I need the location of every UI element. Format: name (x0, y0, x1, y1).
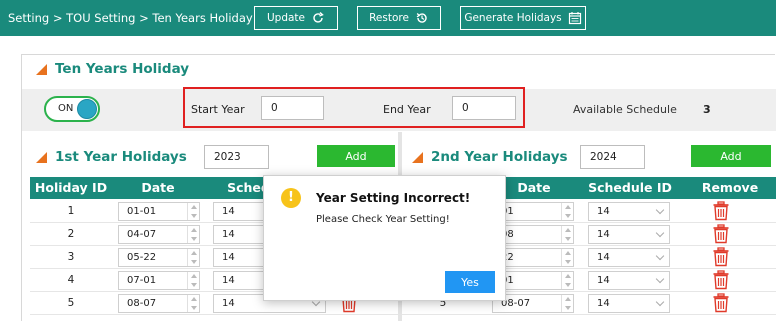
chevron-down-icon (655, 228, 665, 238)
available-schedule-label: Available Schedule (573, 103, 677, 116)
trash-icon[interactable] (712, 293, 730, 313)
section-marker-icon (36, 151, 47, 163)
on-off-toggle[interactable]: ON (44, 96, 100, 122)
second-year-header: 2nd Year Holidays (412, 149, 568, 165)
schedule-id-value: 14 (222, 206, 235, 217)
schedule-id-select[interactable]: 14 (588, 271, 670, 290)
holiday-id-cell: 5 (67, 297, 75, 309)
second-year-input[interactable] (580, 145, 645, 169)
date-stepper[interactable]: 04-07 (118, 225, 200, 244)
schedule-id-select[interactable]: 14 (588, 225, 670, 244)
second-year-title: 2nd Year Holidays (431, 149, 568, 165)
stepper-arrows-icon[interactable] (561, 226, 573, 243)
start-year-label: Start Year (191, 103, 245, 116)
stepper-arrows-icon[interactable] (561, 295, 573, 312)
stepper-arrows-icon[interactable] (561, 203, 573, 220)
stepper-arrows-icon[interactable] (187, 226, 199, 243)
date-value: 04-07 (127, 229, 157, 240)
holiday-id-cell: 1 (67, 205, 75, 217)
schedule-id-value: 14 (222, 298, 235, 309)
error-dialog: ! Year Setting Incorrect! Please Check Y… (263, 175, 506, 301)
date-value: 08-07 (127, 298, 157, 309)
stepper-arrows-icon[interactable] (187, 295, 199, 312)
holiday-id-cell: 3 (67, 251, 75, 263)
warning-icon: ! (281, 188, 301, 208)
stepper-arrows-icon[interactable] (561, 272, 573, 289)
holiday-id-cell: 2 (67, 228, 75, 240)
first-year-title: 1st Year Holidays (55, 149, 187, 165)
date-header: Date (141, 180, 175, 195)
first-year-input[interactable] (204, 145, 269, 169)
date-stepper[interactable]: 05-22 (118, 248, 200, 267)
dialog-message: Please Check Year Setting! (316, 214, 450, 225)
first-year-header: 1st Year Holidays (36, 149, 187, 165)
schedule-id-value: 14 (222, 275, 235, 286)
generate-holidays-button[interactable]: Generate Holidays (460, 6, 586, 30)
generate-label: Generate Holidays (464, 12, 562, 24)
stepper-arrows-icon[interactable] (187, 272, 199, 289)
restore-button[interactable]: Restore (357, 6, 441, 30)
trash-icon[interactable] (712, 270, 730, 290)
date-header: Date (517, 180, 551, 195)
holiday-id-cell: 4 (67, 274, 75, 286)
chevron-down-icon (655, 297, 665, 307)
schedule-id-value: 14 (597, 275, 610, 286)
stepper-arrows-icon[interactable] (187, 249, 199, 266)
add-first-year-button[interactable]: Add (317, 145, 395, 167)
ten-years-title: Ten Years Holiday (55, 61, 190, 77)
dialog-title: Year Setting Incorrect! (316, 191, 471, 205)
breadcrumb: Setting > TOU Setting > Ten Years Holida… (8, 11, 253, 25)
schedule-id-select[interactable]: 14 (588, 294, 670, 313)
schedule-id-select[interactable]: 14 (588, 202, 670, 221)
ten-years-section-header: Ten Years Holiday (36, 61, 189, 77)
date-stepper[interactable]: 01-01 (118, 202, 200, 221)
update-button[interactable]: Update (254, 6, 338, 30)
update-label: Update (266, 12, 306, 24)
trash-icon[interactable] (712, 201, 730, 221)
date-stepper[interactable]: 07-01 (118, 271, 200, 290)
end-year-label: End Year (383, 103, 431, 116)
chevron-down-icon (655, 251, 665, 261)
restore-label: Restore (369, 12, 409, 24)
section-marker-icon (412, 151, 423, 163)
schedule-id-value: 14 (597, 252, 610, 263)
schedule-id-value: 14 (597, 206, 610, 217)
toggle-label: ON (58, 103, 74, 114)
date-value: 05-22 (127, 252, 157, 263)
history-icon (416, 13, 427, 23)
remove-header: Remove (701, 180, 759, 195)
end-year-input[interactable] (452, 96, 516, 120)
date-stepper[interactable]: 08-07 (118, 294, 200, 313)
schedule-id-select[interactable]: 14 (588, 248, 670, 267)
trash-icon[interactable] (712, 224, 730, 244)
date-value: 07-01 (127, 275, 157, 286)
refresh-icon (313, 11, 324, 23)
schedule-id-value: 14 (597, 298, 610, 309)
top-bar: Setting > TOU Setting > Ten Years Holida… (0, 0, 776, 36)
holiday-id-header: Holiday ID (34, 180, 108, 195)
schedule-id-value: 14 (222, 229, 235, 240)
add-second-year-button[interactable]: Add (691, 145, 771, 167)
chevron-down-icon (655, 274, 665, 284)
schedule-id-value: 14 (222, 252, 235, 263)
start-year-input[interactable] (261, 96, 324, 120)
date-value: 01-01 (127, 206, 157, 217)
trash-icon[interactable] (712, 247, 730, 267)
section-marker-icon (36, 63, 47, 75)
chevron-down-icon (655, 205, 665, 215)
calendar-icon (568, 12, 581, 25)
stepper-arrows-icon[interactable] (187, 203, 199, 220)
schedule-id-value: 14 (597, 229, 610, 240)
yes-button[interactable]: Yes (445, 271, 495, 293)
available-schedule-value: 3 (703, 103, 711, 116)
stepper-arrows-icon[interactable] (561, 249, 573, 266)
schedule-id-header: Schedule ID (588, 180, 672, 195)
toggle-knob (77, 99, 97, 119)
